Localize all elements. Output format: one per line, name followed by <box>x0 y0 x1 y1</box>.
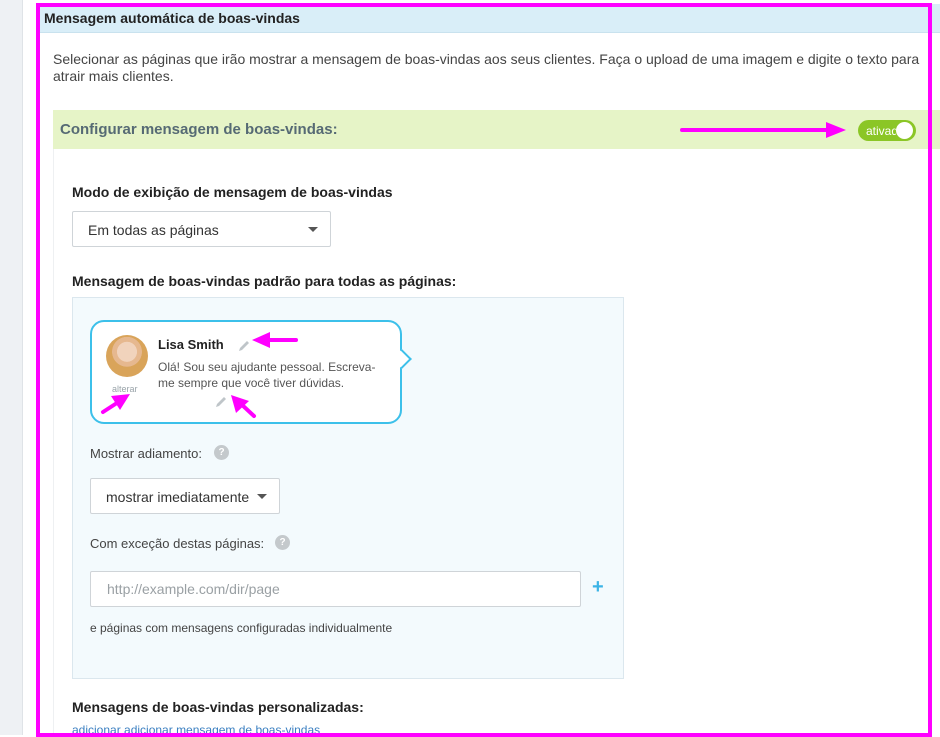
add-url-plus-icon[interactable]: + <box>592 577 604 597</box>
exception-url-input[interactable] <box>90 571 581 607</box>
left-gutter <box>0 0 23 735</box>
panel-description: Selecionar as páginas que irão mostrar a… <box>53 51 920 84</box>
enable-toggle[interactable]: ativado <box>858 120 916 141</box>
edit-name-pencil-icon[interactable] <box>237 339 251 353</box>
exceptions-help-icon[interactable]: ? <box>275 535 290 550</box>
config-body: Modo de exibição de mensagem de boas-vin… <box>53 149 940 737</box>
display-mode-label: Modo de exibição de mensagem de boas-vin… <box>72 184 393 200</box>
message-preview-bubble: alterar Lisa Smith Olá! Sou seu ajudante… <box>90 320 412 424</box>
agent-name: Lisa Smith <box>158 337 224 352</box>
config-bar: Configurar mensagem de boas-vindas: ativ… <box>53 110 940 149</box>
delay-help-icon[interactable]: ? <box>214 445 229 460</box>
welcome-message-panel: Mensagem automática de boas-vindas Selec… <box>38 4 940 737</box>
exceptions-label: Com exceção destas páginas: <box>90 536 265 551</box>
toggle-knob <box>896 122 913 139</box>
greeting-text: Olá! Sou seu ajudante pessoal. Escreva-m… <box>158 360 376 390</box>
chevron-down-icon <box>257 494 267 499</box>
chevron-down-icon <box>308 227 318 232</box>
panel-header: Mensagem automática de boas-vindas <box>38 4 940 33</box>
bubble-tail <box>392 349 412 369</box>
delay-value: mostrar imediatamente <box>106 489 250 505</box>
default-message-label: Mensagem de boas-vindas padrão para toda… <box>72 273 457 289</box>
panel-title: Mensagem automática de boas-vindas <box>44 10 300 26</box>
avatar-change-link[interactable]: alterar <box>112 384 138 394</box>
display-mode-value: Em todas as páginas <box>88 222 219 238</box>
edit-greeting-pencil-icon[interactable] <box>214 395 228 409</box>
default-message-box: alterar Lisa Smith Olá! Sou seu ajudante… <box>72 297 624 679</box>
custom-messages-label: Mensagens de boas-vindas personalizadas: <box>72 699 364 715</box>
agent-avatar[interactable] <box>106 335 148 377</box>
config-title: Configurar mensagem de boas-vindas: <box>60 121 338 138</box>
toggle-label: ativado <box>866 124 896 138</box>
exceptions-note: e páginas com mensagens configuradas ind… <box>90 621 393 635</box>
display-mode-select[interactable]: Em todas as páginas <box>72 211 331 247</box>
delay-select[interactable]: mostrar imediatamente <box>90 478 280 514</box>
delay-label: Mostrar adiamento: <box>90 446 202 461</box>
